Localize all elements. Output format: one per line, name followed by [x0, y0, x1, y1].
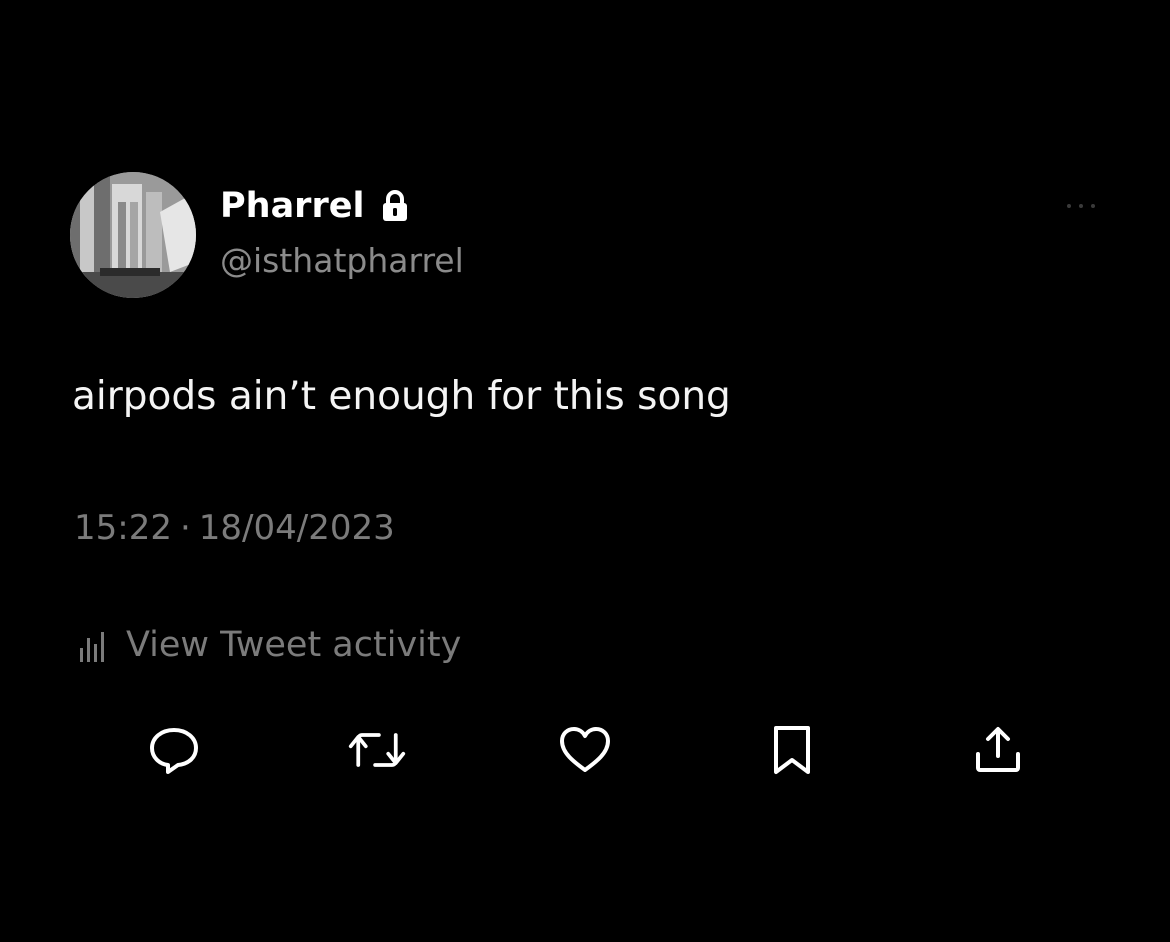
user-handle[interactable]: @isthatpharrel [220, 241, 464, 280]
more-dot [1079, 204, 1083, 208]
display-name[interactable]: Pharrel [220, 186, 364, 226]
tweet-action-bar [0, 720, 1170, 780]
bookmark-icon [774, 726, 810, 774]
tweet-text: airpods ain’t enough for this song [72, 374, 731, 419]
activity-label: View Tweet activity [126, 625, 462, 665]
bar-chart-icon [76, 624, 116, 666]
reply-icon [150, 728, 198, 774]
view-tweet-activity-link[interactable]: View Tweet activity [76, 624, 461, 666]
more-dot [1067, 204, 1071, 208]
avatar-image [70, 172, 196, 298]
retweet-icon [348, 733, 406, 767]
reply-button[interactable] [144, 720, 204, 780]
more-dot [1091, 204, 1095, 208]
retweet-button[interactable] [347, 720, 407, 780]
name-row: Pharrel [220, 186, 410, 226]
lock-icon [380, 189, 410, 223]
avatar[interactable] [70, 172, 196, 298]
heart-icon [560, 727, 610, 772]
tweet-time: 15:22 [74, 508, 172, 548]
tweet-timestamp[interactable]: 15:22 · 18/04/2023 [74, 508, 395, 548]
tweet-card: Pharrel @isthatpharrel airpods ain’t eno… [0, 0, 1170, 942]
share-button[interactable] [968, 720, 1028, 780]
more-icon[interactable] [1058, 196, 1104, 216]
share-icon [976, 727, 1020, 772]
tweet-date: 18/04/2023 [198, 508, 395, 548]
like-button[interactable] [555, 720, 615, 780]
timestamp-separator: · [179, 508, 191, 548]
bookmark-button[interactable] [762, 720, 822, 780]
